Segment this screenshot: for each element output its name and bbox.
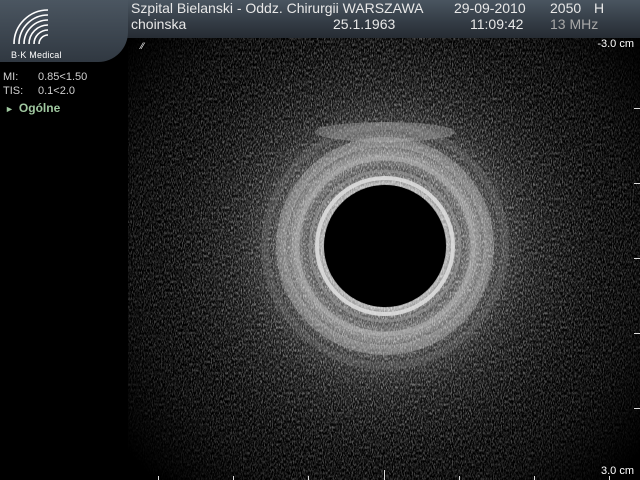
patient-name: choinska [131, 16, 187, 32]
probe-suffix: H [594, 0, 605, 16]
tis-label: TIS: [3, 85, 24, 97]
scale-tick [158, 476, 159, 480]
menu-ogolne[interactable]: ► Ogólne [5, 101, 60, 115]
scale-tick [308, 476, 309, 480]
depth-top-label: -3.0 cm [597, 38, 634, 50]
scale-tick [634, 183, 640, 184]
depth-bottom-label: 3.0 cm [600, 465, 634, 477]
scale-tick [459, 476, 460, 480]
logo-tab: B·K Medical [0, 0, 128, 62]
tis-value: 0.1<2.0 [38, 85, 76, 97]
bk-medical-arcs-icon [13, 9, 49, 45]
scale-tick [534, 476, 535, 480]
echo-band [315, 122, 455, 142]
probe-lumen [324, 185, 446, 307]
mi-label: MI: [3, 71, 19, 83]
scale-tick [634, 408, 640, 409]
ultrasound-scan [128, 38, 640, 480]
scale-tick [634, 333, 640, 334]
hospital-name: Szpital Bielanski - Oddz. Chirurgii WARS… [131, 0, 424, 16]
triangle-right-icon: ► [5, 104, 14, 114]
probe-id: 2050 [550, 0, 582, 16]
exam-time: 11:09:42 [470, 16, 524, 32]
ultrasound-image[interactable]: -3.0 cm 3.0 cm [128, 38, 640, 480]
scale-tick [634, 258, 640, 259]
scale-tick [233, 476, 234, 480]
frequency: 13 MHz [550, 16, 599, 32]
scale-tick [634, 108, 640, 109]
logo-text: B·K Medical [11, 50, 62, 60]
exam-date: 29-09-2010 [454, 0, 526, 16]
scale-tick [609, 476, 610, 480]
mi-value: 0.85<1.50 [38, 71, 88, 83]
tis-index: TIS: 0.1<2.0 [3, 85, 75, 97]
menu-ogolne-label: Ogólne [18, 101, 61, 115]
orientation-marker: ⁄⁄ [141, 41, 145, 51]
left-panel [0, 62, 128, 480]
scale-tick-center [384, 470, 385, 480]
birth-date: 25.1.1963 [333, 16, 396, 32]
mi-index: MI: 0.85<1.50 [3, 71, 87, 83]
